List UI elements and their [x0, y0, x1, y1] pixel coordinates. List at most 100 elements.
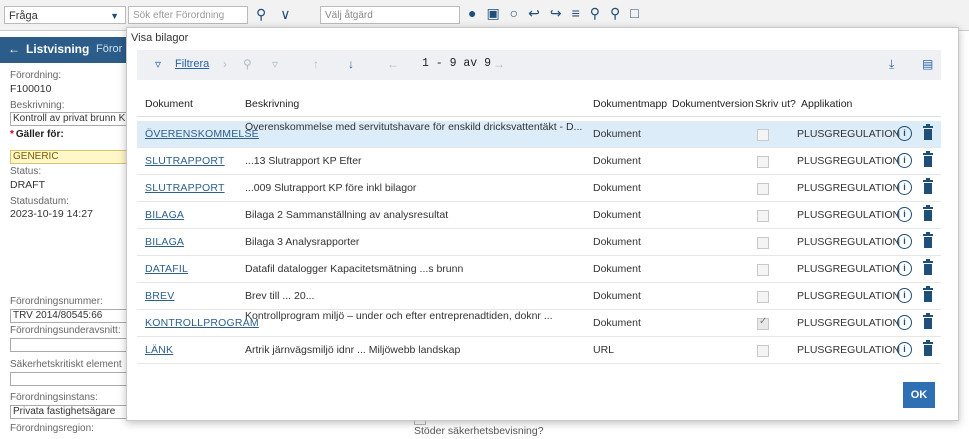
info-icon[interactable]: i — [897, 342, 912, 357]
trash-icon[interactable] — [923, 340, 933, 356]
filter-icon[interactable]: ▿ — [155, 57, 161, 71]
folder-text: URL — [593, 344, 615, 356]
application-text: PLUSGREGULATION — [797, 344, 901, 356]
col-dokument[interactable]: Dokument — [145, 98, 193, 110]
filter-link[interactable]: Filtrera — [175, 58, 209, 70]
folder-text: Dokument — [593, 236, 641, 248]
info-icon[interactable]: i — [897, 261, 912, 276]
document-link[interactable]: ÖVERENSKOMMELSE — [145, 128, 259, 140]
instans-field[interactable]: Privata fastighetsägare — [10, 405, 134, 419]
previous-page-icon[interactable]: ← — [387, 57, 399, 71]
folder-text: Dokument — [593, 290, 641, 302]
table-row[interactable]: KONTROLLPROGRAM Kontrollprogram miljö – u… — [137, 310, 941, 337]
description-text: Bilaga 3 Analysrapporter — [245, 236, 360, 248]
application-text: PLUSGREGULATION — [797, 128, 901, 140]
trash-icon[interactable] — [923, 313, 933, 329]
window-icon[interactable]: ▤ — [922, 57, 933, 71]
ok-button[interactable]: OK — [903, 382, 935, 408]
folder-text: Dokument — [593, 155, 641, 167]
info-icon[interactable]: i — [897, 153, 912, 168]
document-link[interactable]: BREV — [145, 290, 174, 302]
document-link[interactable]: LÄNK — [145, 344, 173, 356]
table-row[interactable]: ÖVERENSKOMMELSE Överenskommelse med servi… — [137, 121, 941, 148]
info-icon[interactable]: i — [897, 288, 912, 303]
print-checkbox[interactable] — [757, 345, 769, 357]
print-checkbox[interactable] — [757, 316, 769, 330]
sakerhet-field[interactable] — [10, 372, 134, 386]
table-row[interactable]: SLUTRAPPORT ...009 Slutrapport KP före in… — [137, 175, 941, 202]
folder-text: Dokument — [593, 317, 641, 329]
table-row[interactable]: BREV Brev till ... 20... Dokument PLUSGREGU… — [137, 283, 941, 310]
search-icon[interactable]: ⚲∨ — [256, 6, 305, 23]
galler-for-text: Gäller för: — [15, 129, 64, 140]
galler-for-field[interactable]: GENERIC — [10, 150, 134, 164]
application-text: PLUSGREGULATION — [797, 290, 901, 302]
dialog-title: Visa bilagor — [131, 32, 189, 44]
trash-icon[interactable] — [923, 286, 933, 302]
description-text: Överenskommelse med servitutshavare för … — [245, 122, 583, 133]
document-link[interactable]: DATAFIL — [145, 263, 188, 275]
trash-icon[interactable] — [923, 259, 933, 275]
trash-icon[interactable] — [923, 151, 933, 167]
print-checkbox[interactable] — [757, 237, 769, 249]
next-page-icon[interactable]: → — [493, 57, 505, 71]
arrow-down-icon[interactable]: ↓ — [348, 57, 354, 71]
description-text: ...009 Slutrapport KP före inkl bilagor — [245, 182, 417, 194]
table-row[interactable]: BILAGA Bilaga 3 Analysrapporter Dokument PL… — [137, 229, 941, 256]
info-icon[interactable]: i — [897, 180, 912, 195]
print-checkbox[interactable] — [757, 291, 769, 303]
application-text: PLUSGREGULATION — [797, 209, 901, 221]
document-link[interactable]: KONTROLLPROGRAM — [145, 317, 259, 329]
table-row[interactable]: BILAGA Bilaga 2 Sammanställning av analys… — [137, 202, 941, 229]
table-row[interactable]: SLUTRAPPORT ...13 Slutrapport KP Efter Dok… — [137, 148, 941, 175]
region-label: Förordningsregion: — [10, 423, 94, 434]
table-row[interactable]: LÄNK Artrik järnvägsmiljö idnr ... Miljöw… — [137, 337, 941, 364]
trash-icon[interactable] — [923, 178, 933, 194]
print-checkbox[interactable] — [757, 264, 769, 276]
beskrivning-field[interactable]: Kontroll av privat brunn K — [10, 112, 134, 126]
info-icon[interactable]: i — [897, 315, 912, 330]
info-icon[interactable]: i — [897, 234, 912, 249]
clear-filter-icon[interactable]: ▿ — [272, 57, 278, 71]
print-checkbox[interactable] — [757, 210, 769, 222]
col-dokumentmapp[interactable]: Dokumentmapp — [593, 98, 667, 110]
info-icon[interactable]: i — [897, 126, 912, 141]
trash-icon[interactable] — [923, 205, 933, 221]
document-link[interactable]: SLUTRAPPORT — [145, 155, 225, 167]
underavsnitt-field[interactable] — [10, 338, 134, 352]
document-link[interactable]: SLUTRAPPORT — [145, 182, 225, 194]
col-applikation[interactable]: Applikation — [801, 98, 852, 110]
table-header: Dokument Beskrivning Dokumentmapp Dokume… — [137, 90, 941, 117]
print-checkbox[interactable] — [757, 156, 769, 168]
toolbar-icons[interactable]: ●▣○↩↪≡⚲⚲□ — [468, 5, 649, 22]
print-checkbox[interactable] — [757, 183, 769, 195]
print-checkbox[interactable] — [757, 129, 769, 141]
col-dokumentversion[interactable]: Dokumentversion — [672, 98, 754, 110]
application-text: PLUSGREGULATION — [797, 182, 901, 194]
attachments-dialog: Visa bilagor ▿ Filtrera › ⚲ ▿ ↑ ↓ ← 1 - … — [126, 27, 959, 421]
dialog-toolbar: ▿ Filtrera › ⚲ ▿ ↑ ↓ ← 1 - 9 av 9 → ⤓ ▤ — [137, 50, 941, 80]
arrow-up-icon[interactable]: ↑ — [313, 57, 319, 71]
nummer-field[interactable]: TRV 2014/80545:66 — [10, 309, 134, 323]
folder-text: Dokument — [593, 128, 641, 140]
document-link[interactable]: BILAGA — [145, 209, 184, 221]
back-to-list-button[interactable]: ← Listvisning — [8, 42, 89, 56]
chevron-right-icon[interactable]: › — [223, 57, 227, 71]
trash-icon[interactable] — [923, 232, 933, 248]
sakerhet-label: Säkerhetskritiskt element — [10, 359, 122, 370]
query-select[interactable]: Fråga ▼ — [4, 6, 126, 24]
status-label: Status: — [10, 166, 42, 177]
trash-icon[interactable] — [923, 124, 933, 140]
tab-forordning[interactable]: Föror — [96, 43, 122, 55]
query-select-value: Fråga — [9, 10, 38, 22]
download-icon[interactable]: ⤓ — [889, 57, 894, 72]
col-beskrivning[interactable]: Beskrivning — [245, 98, 299, 110]
col-skriv-ut[interactable]: Skriv ut? — [755, 98, 796, 110]
action-select[interactable]: Välj åtgärd — [320, 6, 460, 24]
info-icon[interactable]: i — [897, 207, 912, 222]
search-icon[interactable]: ⚲ — [243, 57, 252, 71]
document-link[interactable]: BILAGA — [145, 236, 184, 248]
search-input[interactable]: Sök efter Förordning — [128, 6, 248, 24]
galler-for-label: * Gäller för: — [10, 129, 64, 140]
table-row[interactable]: DATAFIL Datafil datalogger Kapacitetsmätn… — [137, 256, 941, 283]
